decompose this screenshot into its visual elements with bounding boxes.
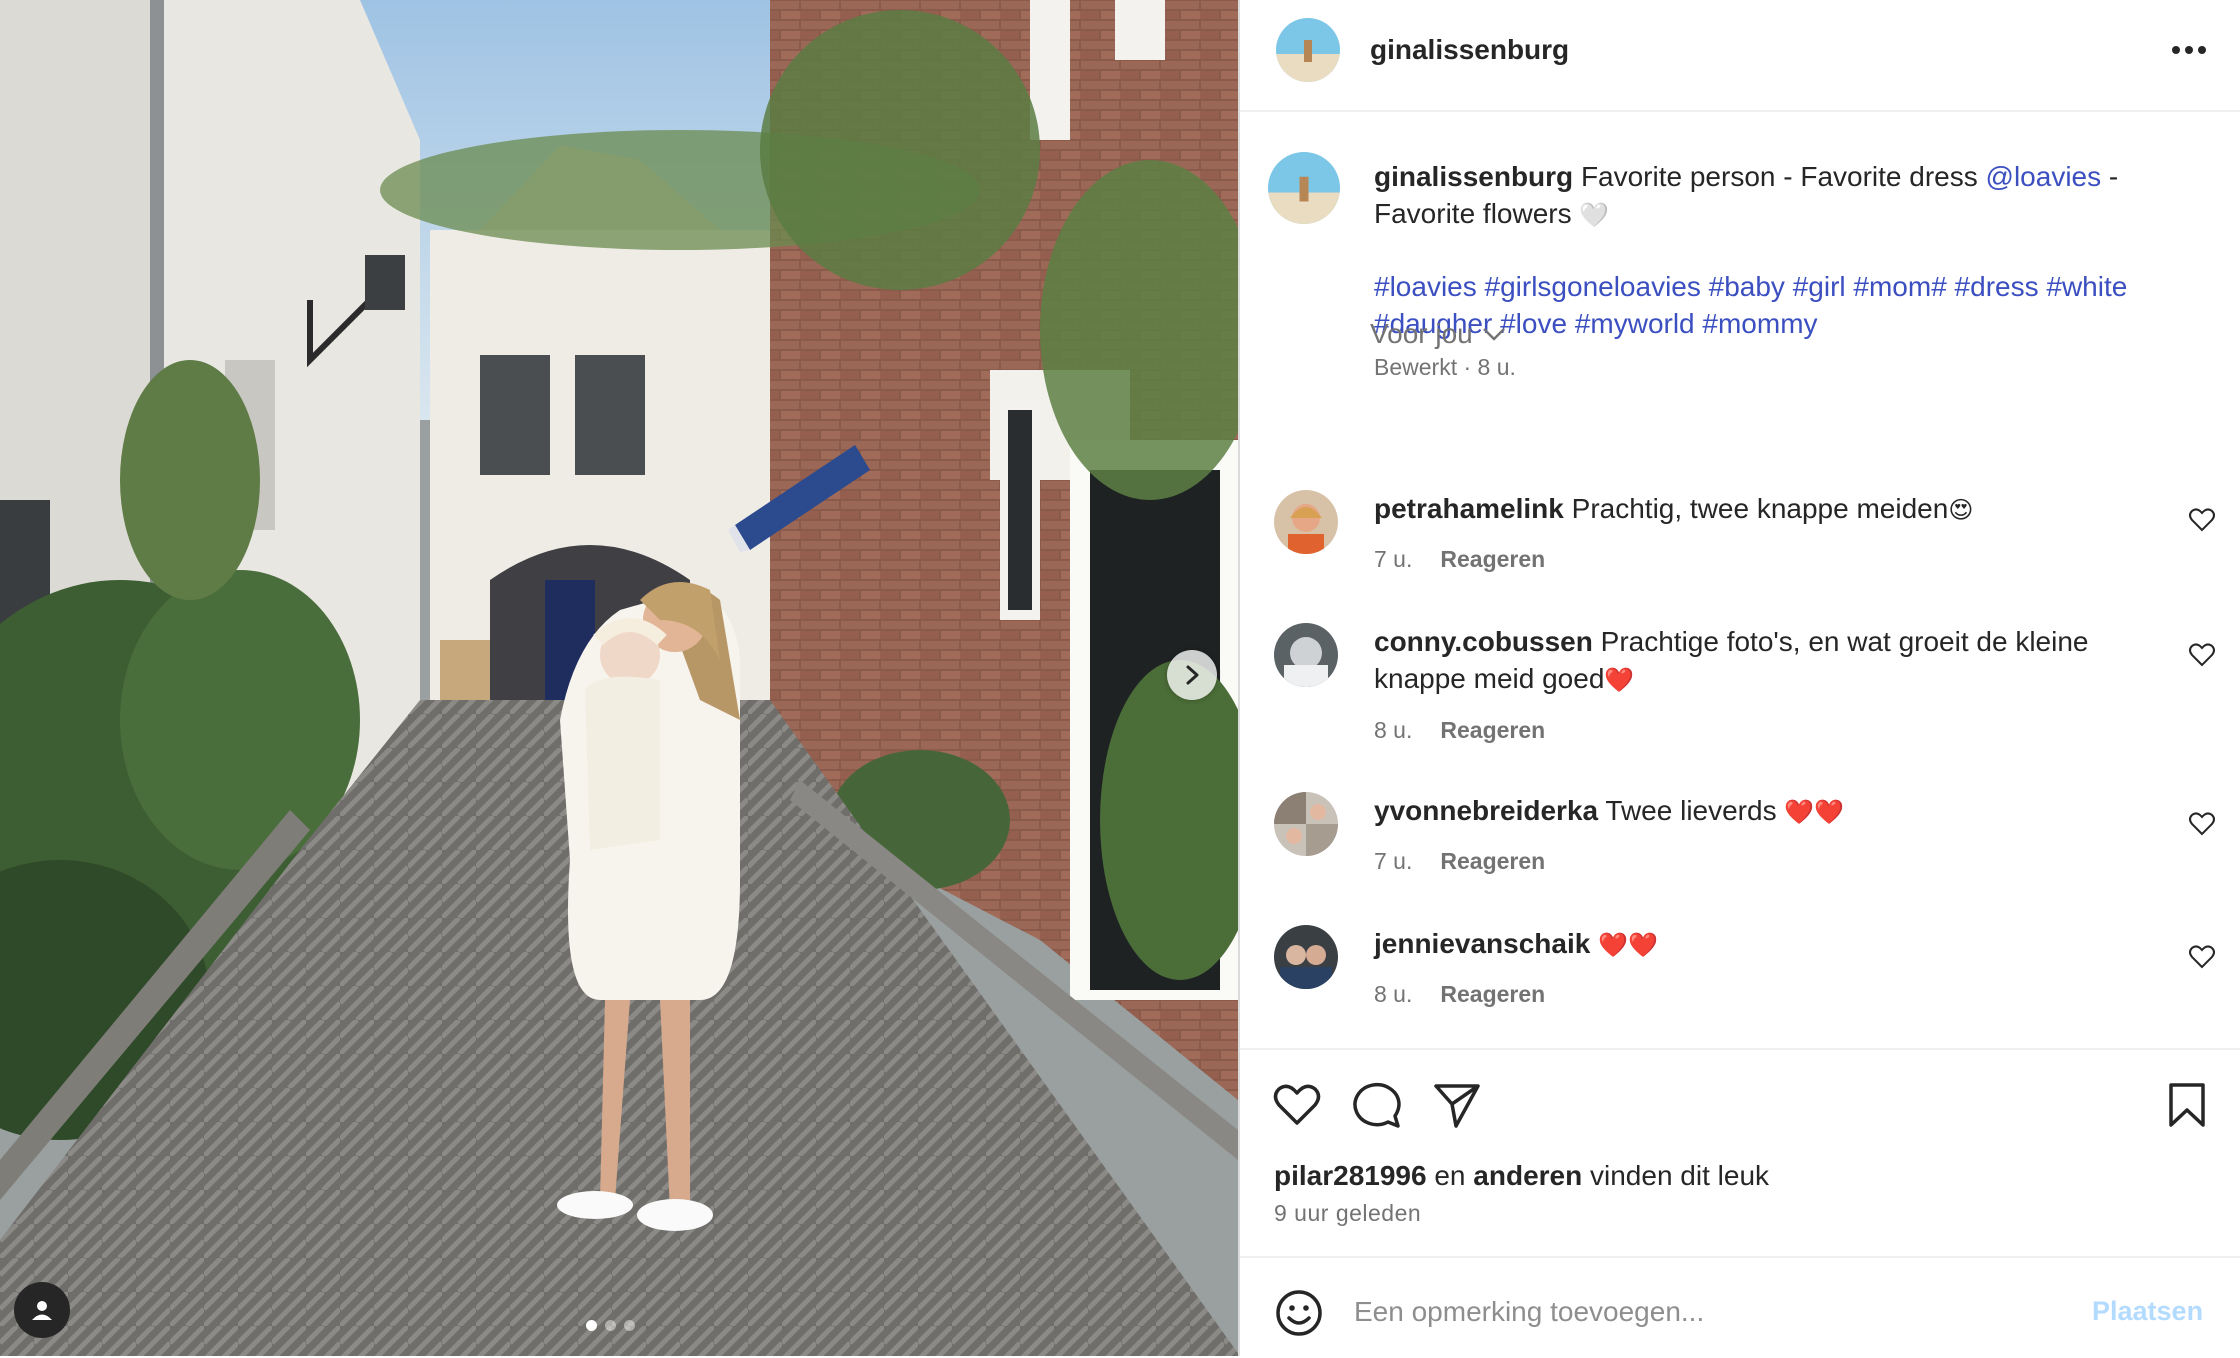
comment-username[interactable]: conny.cobussen — [1374, 626, 1593, 657]
comment-meta: 8 u. Reageren — [1374, 717, 1545, 744]
caption-emoji: 🤍 — [1579, 201, 1610, 229]
comment-sort-dropdown[interactable]: Voor jou — [1370, 318, 1507, 350]
post-comment-button[interactable]: Plaatsen — [2092, 1296, 2203, 1327]
author-username[interactable]: ginalissenburg — [1370, 34, 1569, 66]
more-icon[interactable] — [2168, 36, 2210, 64]
emoji-icon[interactable] — [1274, 1288, 1324, 1338]
person-tag-icon — [32, 1301, 52, 1320]
comment-time: 7 u. — [1374, 848, 1413, 874]
comment-body: Twee lieverds — [1605, 795, 1777, 826]
likes-user[interactable]: pilar281996 — [1274, 1160, 1427, 1191]
comment-emoji: ❤️❤️ — [1784, 798, 1845, 826]
photo-scene — [0, 0, 1238, 1356]
heart-icon[interactable] — [1272, 1080, 1322, 1130]
reply-button[interactable]: Reageren — [1440, 848, 1545, 875]
reply-button[interactable]: Reageren — [1440, 717, 1545, 744]
hashtags-line[interactable]: #loavies #girlsgoneloavies #baby #girl #… — [1374, 268, 2204, 305]
comment-composer: Plaatsen — [1240, 1256, 2240, 1358]
comment-text: conny.cobussen Prachtige foto's, en wat … — [1374, 623, 2144, 699]
chevron-right-icon — [1186, 665, 1199, 685]
comment-text: jennievanschaik ❤️❤️ — [1374, 925, 2144, 964]
comment-avatar[interactable] — [1274, 490, 1338, 554]
comment-avatar[interactable] — [1274, 925, 1338, 989]
caption-mention-link[interactable]: @loavies — [1986, 161, 2102, 192]
likes-summary[interactable]: pilar281996 en anderen vinden dit leuk — [1274, 1160, 1769, 1192]
comment-body: Prachtig, twee knappe meiden — [1571, 493, 1949, 524]
post-header: ginalissenburg — [1240, 0, 2240, 112]
comment-avatar[interactable] — [1274, 623, 1338, 687]
comment-username[interactable]: petrahamelink — [1374, 493, 1564, 524]
chevron-down-icon — [1482, 328, 1505, 341]
comment-avatar[interactable] — [1274, 792, 1338, 856]
carousel-next-button[interactable] — [1167, 650, 1217, 700]
comment-username[interactable]: yvonnebreiderka — [1374, 795, 1598, 826]
carousel-dot — [605, 1320, 616, 1331]
comment-meta: 7 u. Reageren — [1374, 848, 1545, 875]
carousel-indicator — [586, 1320, 635, 1331]
likes-others[interactable]: anderen — [1473, 1160, 1582, 1191]
likes-suffix: vinden dit leuk — [1590, 1160, 1770, 1191]
post-actions: pilar281996 en anderen vinden dit leuk 9… — [1240, 1048, 2240, 1260]
comment-meta: 8 u. Reageren — [1374, 981, 1545, 1008]
comment-username[interactable]: jennievanschaik — [1374, 928, 1590, 959]
caption-text: ginalissenburg Favorite person - Favorit… — [1374, 158, 2194, 234]
bookmark-icon[interactable] — [2162, 1080, 2212, 1130]
comment-sort-label: Voor jou — [1370, 318, 1473, 349]
comment-emoji: ❤️❤️ — [1598, 931, 1658, 959]
caption-author-avatar[interactable] — [1268, 152, 1340, 224]
comment-time: 8 u. — [1374, 717, 1413, 743]
comment-like-icon[interactable] — [2188, 641, 2216, 669]
caption-meta: Bewerkt · 8 u. — [1374, 354, 1516, 380]
comment-emoji: 😍 — [1948, 496, 1974, 524]
comment-time: 7 u. — [1374, 546, 1413, 572]
post-details-panel: ginalissenburg ginalissenburg Favorite p… — [1238, 0, 2240, 1356]
comment-like-icon[interactable] — [2188, 506, 2216, 534]
caption-body: Favorite person - Favorite dress — [1580, 161, 1978, 192]
tagged-people-button[interactable] — [14, 1282, 70, 1338]
post-photo[interactable] — [0, 0, 1238, 1356]
comment-text: yvonnebreiderka Twee lieverds ❤️❤️ — [1374, 792, 2144, 831]
comment-like-icon[interactable] — [2188, 810, 2216, 838]
comment-text: petrahamelink Prachtig, twee knappe meid… — [1374, 490, 2144, 529]
caption-username[interactable]: ginalissenburg — [1374, 161, 1573, 192]
comment-like-icon[interactable] — [2188, 943, 2216, 971]
likes-connector: en — [1434, 1160, 1466, 1191]
comment-icon[interactable] — [1352, 1080, 1402, 1130]
comment-time: 8 u. — [1374, 981, 1413, 1007]
comment-meta: 7 u. Reageren — [1374, 546, 1545, 573]
share-icon[interactable] — [1432, 1080, 1482, 1130]
instagram-post-view: ginalissenburg ginalissenburg Favorite p… — [0, 0, 2240, 1356]
carousel-dot — [624, 1320, 635, 1331]
reply-button[interactable]: Reageren — [1440, 546, 1545, 573]
post-timestamp[interactable]: 9 uur geleden — [1274, 1200, 1421, 1227]
author-avatar[interactable] — [1276, 18, 1340, 82]
reply-button[interactable]: Reageren — [1440, 981, 1545, 1008]
carousel-dot — [586, 1320, 597, 1331]
comment-emoji: ❤️ — [1604, 666, 1635, 694]
comment-input[interactable] — [1352, 1286, 1996, 1338]
